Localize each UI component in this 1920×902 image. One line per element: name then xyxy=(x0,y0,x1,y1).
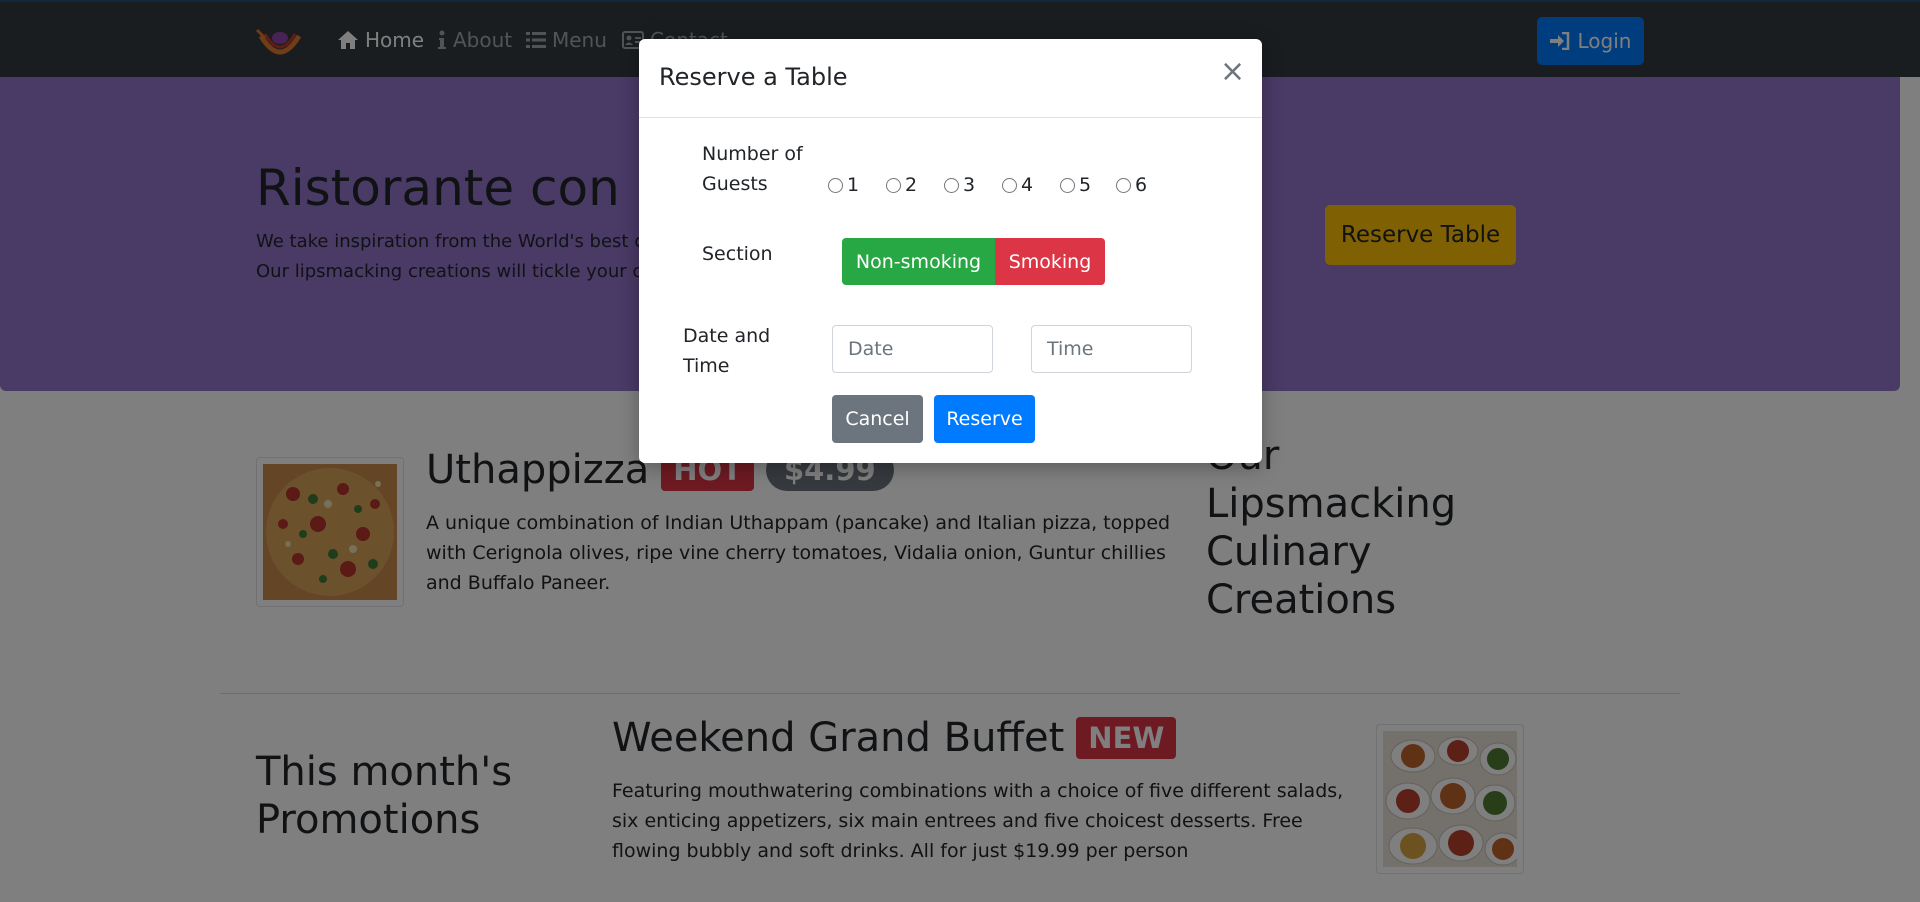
guests-option-4-label: 4 xyxy=(1021,174,1034,196)
guests-option-5-label: 5 xyxy=(1079,174,1092,196)
guests-label: Number of Guests xyxy=(702,143,803,195)
radio-3[interactable] xyxy=(944,177,959,193)
guests-option-2[interactable]: 2 xyxy=(886,174,917,196)
datetime-label: Date and Time xyxy=(683,325,771,377)
cancel-button[interactable]: Cancel xyxy=(832,395,923,443)
guests-option-2-label: 2 xyxy=(905,174,918,196)
close-icon[interactable]: × xyxy=(1220,57,1245,87)
reserve-table-modal: Reserve a Table × Number of Guests 1 2 3… xyxy=(639,39,1262,463)
time-input[interactable]: Time xyxy=(1031,325,1192,373)
radio-1[interactable] xyxy=(828,177,843,193)
smoking-button[interactable]: Smoking xyxy=(995,238,1105,285)
guests-option-4[interactable]: 4 xyxy=(1002,174,1033,196)
date-input[interactable]: Date xyxy=(832,325,993,373)
radio-6[interactable] xyxy=(1116,177,1131,193)
guests-option-6[interactable]: 6 xyxy=(1116,174,1147,196)
section-label: Section xyxy=(702,243,773,265)
radio-4[interactable] xyxy=(1002,177,1017,193)
guests-option-1-label: 1 xyxy=(847,174,860,196)
modal-header: Reserve a Table × xyxy=(639,39,1262,118)
radio-5[interactable] xyxy=(1060,177,1075,193)
guests-option-5[interactable]: 5 xyxy=(1060,174,1091,196)
reserve-button[interactable]: Reserve xyxy=(934,395,1035,443)
guests-option-3[interactable]: 3 xyxy=(944,174,975,196)
non-smoking-button[interactable]: Non-smoking xyxy=(842,238,995,285)
guests-option-3-label: 3 xyxy=(963,174,976,196)
guests-option-1[interactable]: 1 xyxy=(828,174,859,196)
guests-option-6-label: 6 xyxy=(1135,174,1148,196)
modal-title: Reserve a Table xyxy=(659,63,848,91)
radio-2[interactable] xyxy=(886,177,901,193)
